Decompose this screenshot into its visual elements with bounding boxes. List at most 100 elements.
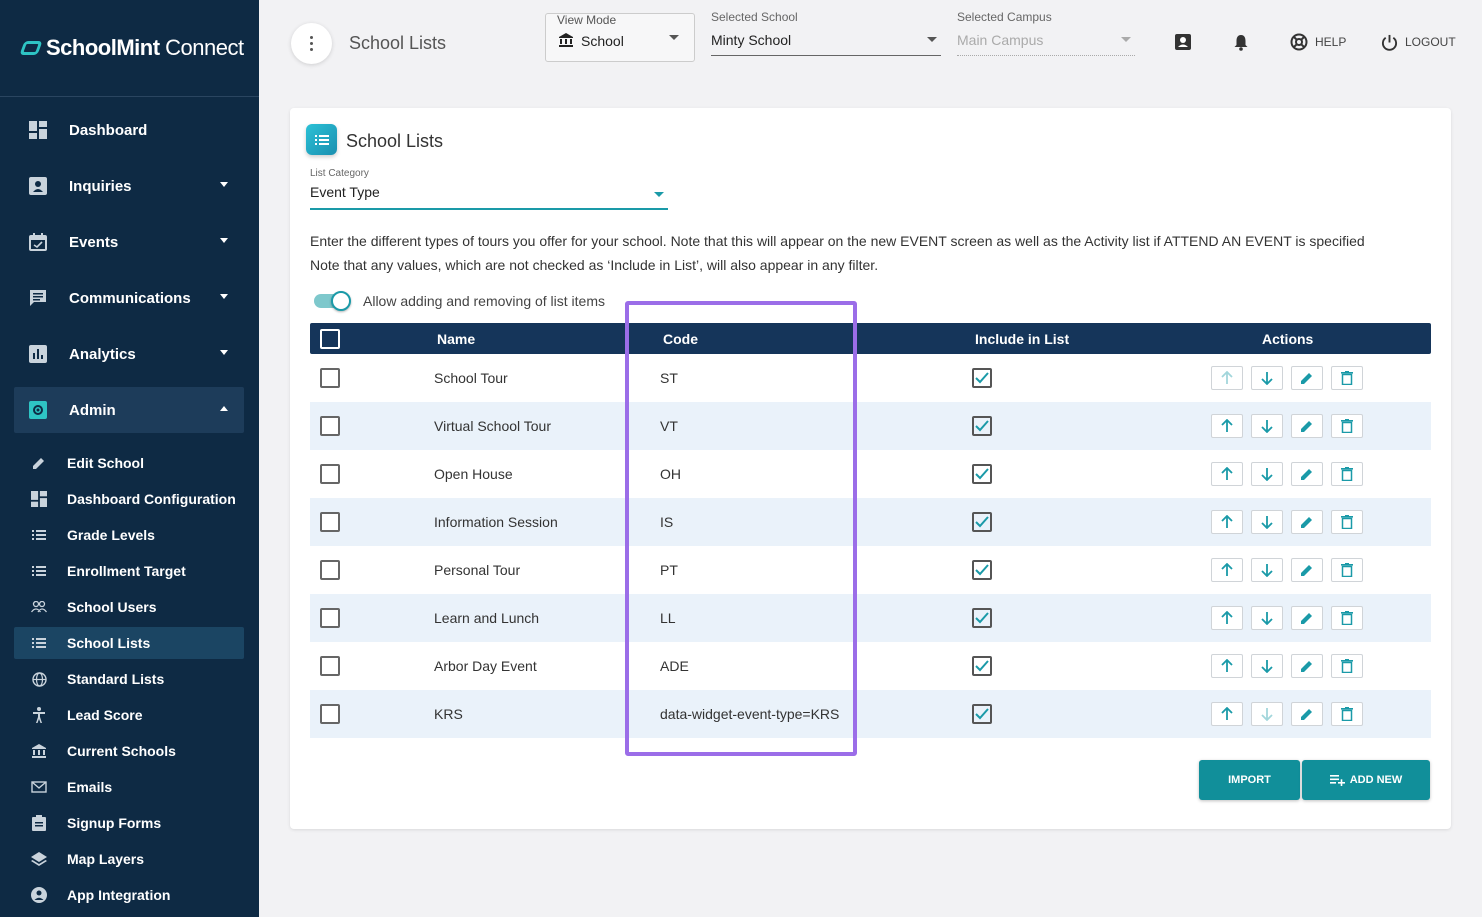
delete-button[interactable] xyxy=(1331,462,1363,486)
list-icon xyxy=(31,527,47,543)
move-down-button[interactable] xyxy=(1251,366,1283,390)
row-checkbox[interactable] xyxy=(320,512,340,532)
subnav-item-app-integration[interactable]: App Integration xyxy=(14,879,244,911)
view-mode-select[interactable]: View Mode School xyxy=(545,13,695,62)
move-up-button[interactable] xyxy=(1211,366,1243,390)
arrow-down-icon xyxy=(1260,659,1274,673)
move-up-button[interactable] xyxy=(1211,654,1243,678)
select-all-checkbox[interactable] xyxy=(320,329,340,349)
move-up-button[interactable] xyxy=(1211,462,1243,486)
subnav-item-signup-forms[interactable]: Signup Forms xyxy=(14,807,244,839)
more-vert-icon xyxy=(310,36,313,51)
include-checkbox[interactable] xyxy=(972,416,992,436)
row-code: ST xyxy=(660,370,678,386)
nav-item-communications[interactable]: Communications xyxy=(14,275,244,321)
move-down-button[interactable] xyxy=(1251,606,1283,630)
edit-button[interactable] xyxy=(1291,462,1323,486)
arrow-up-icon xyxy=(1220,659,1234,673)
move-down-button[interactable] xyxy=(1251,702,1283,726)
contact-button[interactable] xyxy=(1174,32,1199,52)
subnav-item-lead-score[interactable]: Lead Score xyxy=(14,699,244,731)
mail-icon xyxy=(31,779,47,795)
subnav-item-emails[interactable]: Emails xyxy=(14,771,244,803)
notifications-button[interactable] xyxy=(1232,32,1257,52)
row-actions xyxy=(1211,702,1363,726)
row-checkbox[interactable] xyxy=(320,560,340,580)
move-down-button[interactable] xyxy=(1251,510,1283,534)
move-up-button[interactable] xyxy=(1211,606,1243,630)
contact-icon xyxy=(1174,33,1192,51)
pencil-icon xyxy=(1300,515,1314,529)
include-checkbox[interactable] xyxy=(972,560,992,580)
row-checkbox[interactable] xyxy=(320,416,340,436)
row-checkbox[interactable] xyxy=(320,656,340,676)
edit-button[interactable] xyxy=(1291,366,1323,390)
arrow-down-icon xyxy=(1260,419,1274,433)
add-new-button[interactable]: ADD NEW xyxy=(1302,760,1430,800)
move-down-button[interactable] xyxy=(1251,558,1283,582)
delete-button[interactable] xyxy=(1331,702,1363,726)
subnav-item-edit-school[interactable]: Edit School xyxy=(14,447,244,479)
move-up-button[interactable] xyxy=(1211,414,1243,438)
subnav-item-grade-levels[interactable]: Grade Levels xyxy=(14,519,244,551)
import-button[interactable]: IMPORT xyxy=(1199,760,1300,800)
check-icon xyxy=(975,612,989,624)
nav-item-events[interactable]: Events xyxy=(14,219,244,265)
import-label: IMPORT xyxy=(1228,774,1271,786)
allow-edit-toggle[interactable] xyxy=(314,291,351,311)
edit-button[interactable] xyxy=(1291,606,1323,630)
move-down-button[interactable] xyxy=(1251,462,1283,486)
edit-button[interactable] xyxy=(1291,654,1323,678)
nav-item-dashboard[interactable]: Dashboard xyxy=(14,107,244,153)
move-up-button[interactable] xyxy=(1211,510,1243,534)
subnav-item-standard-lists[interactable]: Standard Lists xyxy=(14,663,244,695)
move-down-button[interactable] xyxy=(1251,654,1283,678)
include-checkbox[interactable] xyxy=(972,512,992,532)
include-checkbox[interactable] xyxy=(972,656,992,676)
edit-button[interactable] xyxy=(1291,702,1323,726)
description: Enter the different types of tours you o… xyxy=(310,229,1430,277)
row-checkbox[interactable] xyxy=(320,368,340,388)
edit-button[interactable] xyxy=(1291,414,1323,438)
brand-logo[interactable]: SchoolMint Connect xyxy=(0,0,259,97)
selected-school-select[interactable]: Selected School Minty School xyxy=(711,10,941,56)
more-menu-button[interactable] xyxy=(291,23,332,64)
delete-button[interactable] xyxy=(1331,654,1363,678)
row-checkbox[interactable] xyxy=(320,464,340,484)
move-down-button[interactable] xyxy=(1251,414,1283,438)
move-up-button[interactable] xyxy=(1211,558,1243,582)
delete-button[interactable] xyxy=(1331,414,1363,438)
include-checkbox[interactable] xyxy=(972,608,992,628)
arrow-down-icon xyxy=(1260,563,1274,577)
edit-button[interactable] xyxy=(1291,558,1323,582)
delete-button[interactable] xyxy=(1331,606,1363,630)
subnav-item-school-users[interactable]: School Users xyxy=(14,591,244,623)
include-checkbox[interactable] xyxy=(972,368,992,388)
pencil-icon xyxy=(1300,371,1314,385)
row-checkbox[interactable] xyxy=(320,704,340,724)
subnav-item-current-schools[interactable]: Current Schools xyxy=(14,735,244,767)
move-up-button[interactable] xyxy=(1211,702,1243,726)
subnav-item-enrollment-target[interactable]: Enrollment Target xyxy=(14,555,244,587)
delete-button[interactable] xyxy=(1331,510,1363,534)
nav-item-inquiries[interactable]: Inquiries xyxy=(14,163,244,209)
gear-icon xyxy=(28,400,48,420)
selected-campus-select[interactable]: Selected Campus Main Campus xyxy=(957,10,1135,56)
list-category-select[interactable]: List Category Event Type xyxy=(310,168,668,210)
logout-button[interactable]: LOGOUT xyxy=(1381,32,1456,52)
help-button[interactable]: HELP xyxy=(1290,32,1346,52)
include-checkbox[interactable] xyxy=(972,704,992,724)
subnav-item-school-lists[interactable]: School Lists xyxy=(14,627,244,659)
trash-icon xyxy=(1341,659,1353,673)
delete-button[interactable] xyxy=(1331,558,1363,582)
subnav-item-dashboard-configuration[interactable]: Dashboard Configuration xyxy=(14,483,244,515)
list-icon xyxy=(31,563,47,579)
row-checkbox[interactable] xyxy=(320,608,340,628)
include-checkbox[interactable] xyxy=(972,464,992,484)
delete-button[interactable] xyxy=(1331,366,1363,390)
nav-item-analytics[interactable]: Analytics xyxy=(14,331,244,377)
edit-button[interactable] xyxy=(1291,510,1323,534)
chevron-up-icon xyxy=(220,406,228,411)
nav-item-admin[interactable]: Admin xyxy=(14,387,244,433)
subnav-item-map-layers[interactable]: Map Layers xyxy=(14,843,244,875)
